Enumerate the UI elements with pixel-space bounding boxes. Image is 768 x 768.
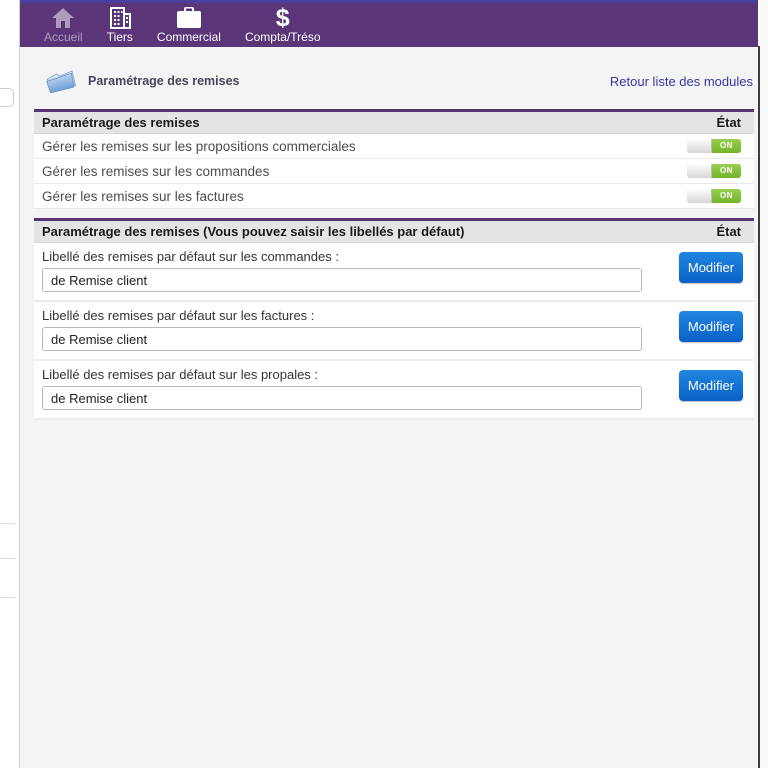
toggle-on-label: ON [712,189,741,203]
nav-item-compta-treso[interactable]: $ Compta/Tréso [233,6,333,44]
table-row: Gérer les remises sur les factures ON [34,184,754,209]
panel-title: Paramétrage des remises [42,115,200,130]
page-header: Paramétrage des remises Retour liste des… [20,47,758,109]
background-row-divider [0,523,15,524]
modifier-propales-button[interactable]: Modifier [679,370,743,401]
toggle-knob [687,189,712,203]
background-row-divider [0,558,15,559]
background-row-divider [0,597,15,598]
panel-remises-libelles: Paramétrage des remises (Vous pouvez sai… [34,218,754,420]
field-label: Libellé des remises par défaut sur les f… [42,308,315,323]
libelle-commandes-input[interactable] [42,268,642,292]
dollar-icon: $ [275,4,290,32]
briefcase-icon [176,6,202,30]
toggle-knob [687,139,712,153]
nav-item-tiers[interactable]: Tiers [95,6,145,44]
toggle-knob [687,164,712,178]
nav-label: Commercial [156,30,221,44]
nav-item-accueil[interactable]: Accueil [32,6,95,44]
row-label: Gérer les remises sur les commandes [42,163,270,179]
toggle-on-label: ON [712,139,741,153]
panel-header: Paramétrage des remises (Vous pouvez sai… [34,221,754,243]
field-label: Libellé des remises par défaut sur les c… [42,249,339,264]
toggle-commandes[interactable]: ON [687,164,741,178]
home-icon [51,6,75,30]
top-navbar: Accueil Tiers Commercial $ Compta/Tréso [20,3,758,47]
state-column-header: État [716,224,741,239]
toggle-on-label: ON [712,164,741,178]
background-button-fragment [0,88,14,107]
table-row: Libellé des remises par défaut sur les p… [34,361,754,420]
app-window: Accueil Tiers Commercial $ Compta/Tréso … [19,0,758,768]
libelle-factures-input[interactable] [42,327,642,351]
row-label: Gérer les remises sur les factures [42,188,244,204]
modifier-factures-button[interactable]: Modifier [679,311,743,342]
libelle-propales-input[interactable] [42,386,642,410]
nav-label: Accueil [44,30,83,44]
panel-remises-toggles: Paramétrage des remises État Gérer les r… [34,109,754,209]
page-title: Paramétrage des remises [88,74,240,88]
panel-header: Paramétrage des remises État [34,112,754,134]
table-row: Libellé des remises par défaut sur les c… [34,243,754,302]
row-label: Gérer les remises sur les propositions c… [42,138,356,154]
nav-item-commercial[interactable]: Commercial [145,6,233,44]
panel-title: Paramétrage des remises (Vous pouvez sai… [42,224,465,239]
desktop-background-strip [760,0,768,768]
modifier-commandes-button[interactable]: Modifier [679,252,743,283]
table-row: Gérer les remises sur les propositions c… [34,134,754,159]
toggle-factures[interactable]: ON [687,189,741,203]
background-window-sliver [0,0,19,768]
building-icon [108,6,132,30]
table-row: Gérer les remises sur les commandes ON [34,159,754,184]
table-row: Libellé des remises par défaut sur les f… [34,302,754,361]
state-column-header: État [716,115,741,130]
nav-label: Compta/Tréso [244,30,321,44]
field-label: Libellé des remises par défaut sur les p… [42,367,319,382]
back-to-modules-link[interactable]: Retour liste des modules [610,74,753,89]
folder-icon [46,70,76,93]
nav-label: Tiers [106,30,133,44]
toggle-propositions[interactable]: ON [687,139,741,153]
